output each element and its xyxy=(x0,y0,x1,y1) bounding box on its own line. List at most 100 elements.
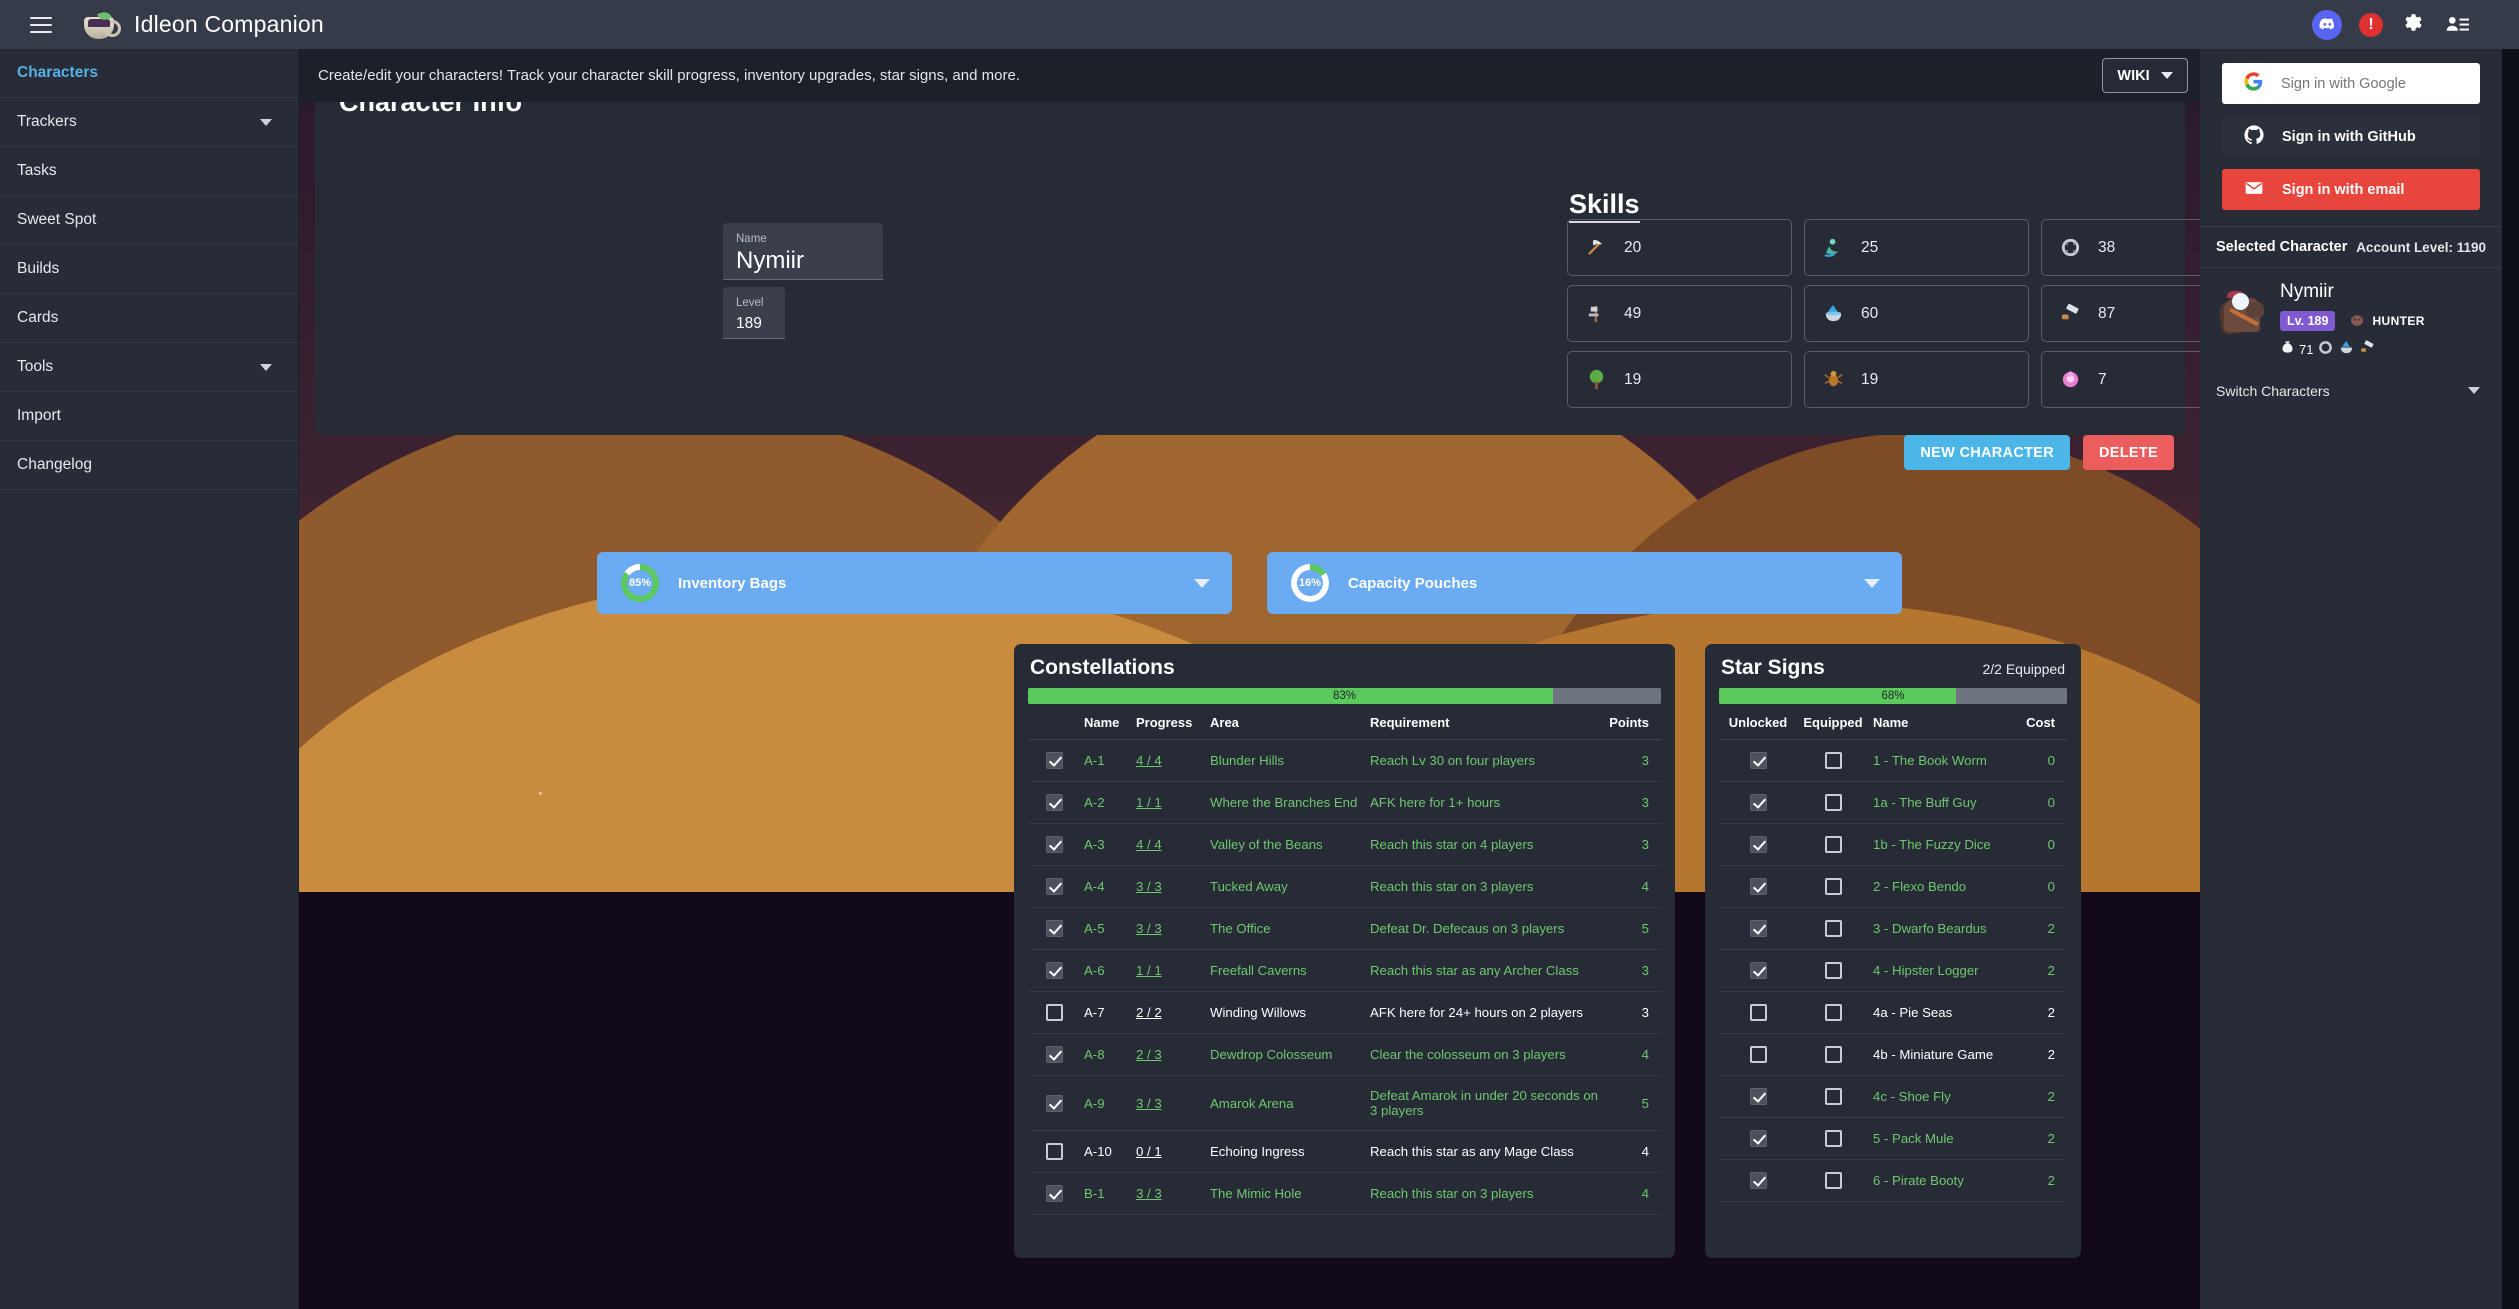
cell-check[interactable] xyxy=(1028,907,1080,951)
table-row[interactable]: A-7 2 / 2 Winding Willows AFK here for 24+ … xyxy=(1028,991,1661,1035)
cell-check[interactable] xyxy=(1028,865,1080,909)
inventory-bags-collapsible[interactable]: 85% Inventory Bags xyxy=(597,552,1232,614)
cell-unlocked[interactable] xyxy=(1719,1117,1797,1161)
selected-character-card[interactable]: Nymiir Lv. 189 HUNTER 71 xyxy=(2200,268,2502,371)
cell-unlocked[interactable] xyxy=(1719,1033,1797,1077)
cell-unlocked[interactable] xyxy=(1719,1159,1797,1203)
cell-progress[interactable]: 0 / 1 xyxy=(1132,1130,1206,1174)
character-level-field[interactable]: Level 189 xyxy=(723,287,785,339)
constellation-checkbox[interactable] xyxy=(1045,1004,1063,1022)
table-row[interactable]: A-9 3 / 3 Amarok Arena Defeat Amarok in und… xyxy=(1028,1075,1661,1132)
sidebar-item-import[interactable]: Import xyxy=(0,392,298,441)
cell-check[interactable] xyxy=(1028,781,1080,825)
cell-unlocked[interactable] xyxy=(1719,991,1797,1035)
table-row[interactable]: 3 - Dwarfo Beardus 2 xyxy=(1719,907,2067,951)
skill-fishing[interactable]: 25 xyxy=(1804,219,2029,276)
cell-unlocked[interactable] xyxy=(1719,1075,1797,1119)
unlocked-checkbox[interactable] xyxy=(1749,1046,1767,1064)
hamburger-menu-icon[interactable] xyxy=(24,8,58,42)
unlocked-checkbox[interactable] xyxy=(1749,752,1767,770)
table-row[interactable]: A-6 1 / 1 Freefall Caverns Reach this star … xyxy=(1028,949,1661,993)
skill-trapping[interactable]: 38 xyxy=(2041,219,2200,276)
constellation-checkbox[interactable] xyxy=(1045,1046,1063,1064)
sidebar-item-builds[interactable]: Builds xyxy=(0,245,298,294)
skill-tree[interactable]: 19 xyxy=(1567,351,1792,408)
switch-characters-row[interactable]: Switch Characters xyxy=(2200,371,2502,411)
table-row[interactable]: B-1 3 / 3 The Mimic Hole Reach this star on… xyxy=(1028,1172,1661,1216)
cell-unlocked[interactable] xyxy=(1719,907,1797,951)
wiki-button[interactable]: WIKI xyxy=(2102,58,2188,93)
cell-unlocked[interactable] xyxy=(1719,865,1797,909)
cell-equipped[interactable] xyxy=(1797,1117,1869,1161)
cell-equipped[interactable] xyxy=(1797,739,1869,783)
table-row[interactable]: A-10 0 / 1 Echoing Ingress Reach this star … xyxy=(1028,1130,1661,1174)
cell-progress[interactable]: 3 / 3 xyxy=(1132,1075,1206,1132)
table-row[interactable]: A-2 1 / 1 Where the Branches End AFK here f… xyxy=(1028,781,1661,825)
equipped-checkbox[interactable] xyxy=(1824,1046,1842,1064)
sign-in-github-button[interactable]: Sign in with GitHub xyxy=(2222,116,2480,157)
unlocked-checkbox[interactable] xyxy=(1749,962,1767,980)
unlocked-checkbox[interactable] xyxy=(1749,920,1767,938)
cell-unlocked[interactable] xyxy=(1719,739,1797,783)
cell-check[interactable] xyxy=(1028,991,1080,1035)
character-name-field[interactable]: Name Nymiir xyxy=(723,223,883,280)
cell-unlocked[interactable] xyxy=(1719,823,1797,867)
cell-unlocked[interactable] xyxy=(1719,781,1797,825)
cell-equipped[interactable] xyxy=(1797,823,1869,867)
capacity-pouches-collapsible[interactable]: 16% Capacity Pouches xyxy=(1267,552,1902,614)
cell-check[interactable] xyxy=(1028,1033,1080,1077)
equipped-checkbox[interactable] xyxy=(1824,794,1842,812)
cell-progress[interactable]: 2 / 3 xyxy=(1132,1033,1206,1077)
cell-progress[interactable]: 4 / 4 xyxy=(1132,739,1206,783)
cell-equipped[interactable] xyxy=(1797,865,1869,909)
sign-in-email-button[interactable]: Sign in with email xyxy=(2222,169,2480,210)
sidebar-item-sweet-spot[interactable]: Sweet Spot xyxy=(0,196,298,245)
cell-progress[interactable]: 4 / 4 xyxy=(1132,823,1206,867)
cell-equipped[interactable] xyxy=(1797,907,1869,951)
skill-catching[interactable]: 19 xyxy=(1804,351,2029,408)
constellation-checkbox[interactable] xyxy=(1045,794,1063,812)
equipped-checkbox[interactable] xyxy=(1824,752,1842,770)
skill-construction[interactable]: 87 xyxy=(2041,285,2200,342)
table-row[interactable]: A-8 2 / 3 Dewdrop Colosseum Clear the colos… xyxy=(1028,1033,1661,1077)
equipped-checkbox[interactable] xyxy=(1824,878,1842,896)
sidebar-item-tools[interactable]: Tools xyxy=(0,343,298,392)
table-row[interactable]: 4b - Miniature Game 2 xyxy=(1719,1033,2067,1077)
equipped-checkbox[interactable] xyxy=(1824,1004,1842,1022)
cell-equipped[interactable] xyxy=(1797,781,1869,825)
cell-progress[interactable]: 1 / 1 xyxy=(1132,949,1206,993)
table-row[interactable]: 1 - The Book Worm 0 xyxy=(1719,739,2067,783)
cell-check[interactable] xyxy=(1028,949,1080,993)
cell-equipped[interactable] xyxy=(1797,991,1869,1035)
constellation-checkbox[interactable] xyxy=(1045,962,1063,980)
table-row[interactable]: 1a - The Buff Guy 0 xyxy=(1719,781,2067,825)
skill-alchemy[interactable]: 60 xyxy=(1804,285,2029,342)
unlocked-checkbox[interactable] xyxy=(1749,1004,1767,1022)
skill-chopping[interactable]: 49 xyxy=(1567,285,1792,342)
cell-progress[interactable]: 1 / 1 xyxy=(1132,781,1206,825)
constellation-checkbox[interactable] xyxy=(1045,836,1063,854)
skill-mining[interactable]: 20 xyxy=(1567,219,1792,276)
cell-unlocked[interactable] xyxy=(1719,949,1797,993)
gear-icon[interactable] xyxy=(2400,11,2427,38)
constellation-checkbox[interactable] xyxy=(1045,878,1063,896)
table-row[interactable]: A-3 4 / 4 Valley of the Beans Reach this st… xyxy=(1028,823,1661,867)
cell-check[interactable] xyxy=(1028,1172,1080,1216)
unlocked-checkbox[interactable] xyxy=(1749,878,1767,896)
constellation-checkbox[interactable] xyxy=(1045,1143,1063,1161)
cell-check[interactable] xyxy=(1028,739,1080,783)
cell-check[interactable] xyxy=(1028,823,1080,867)
equipped-checkbox[interactable] xyxy=(1824,836,1842,854)
new-character-button[interactable]: NEW CHARACTER xyxy=(1904,435,2070,470)
equipped-checkbox[interactable] xyxy=(1824,962,1842,980)
table-row[interactable]: 4c - Shoe Fly 2 xyxy=(1719,1075,2067,1119)
equipped-checkbox[interactable] xyxy=(1824,1088,1842,1106)
sign-in-google-button[interactable]: Sign in with Google xyxy=(2222,63,2480,104)
cell-equipped[interactable] xyxy=(1797,1075,1869,1119)
constellation-checkbox[interactable] xyxy=(1045,920,1063,938)
constellation-checkbox[interactable] xyxy=(1045,1094,1063,1112)
cell-check[interactable] xyxy=(1028,1130,1080,1174)
account-list-icon[interactable] xyxy=(2444,11,2471,38)
cell-equipped[interactable] xyxy=(1797,949,1869,993)
cell-check[interactable] xyxy=(1028,1075,1080,1132)
